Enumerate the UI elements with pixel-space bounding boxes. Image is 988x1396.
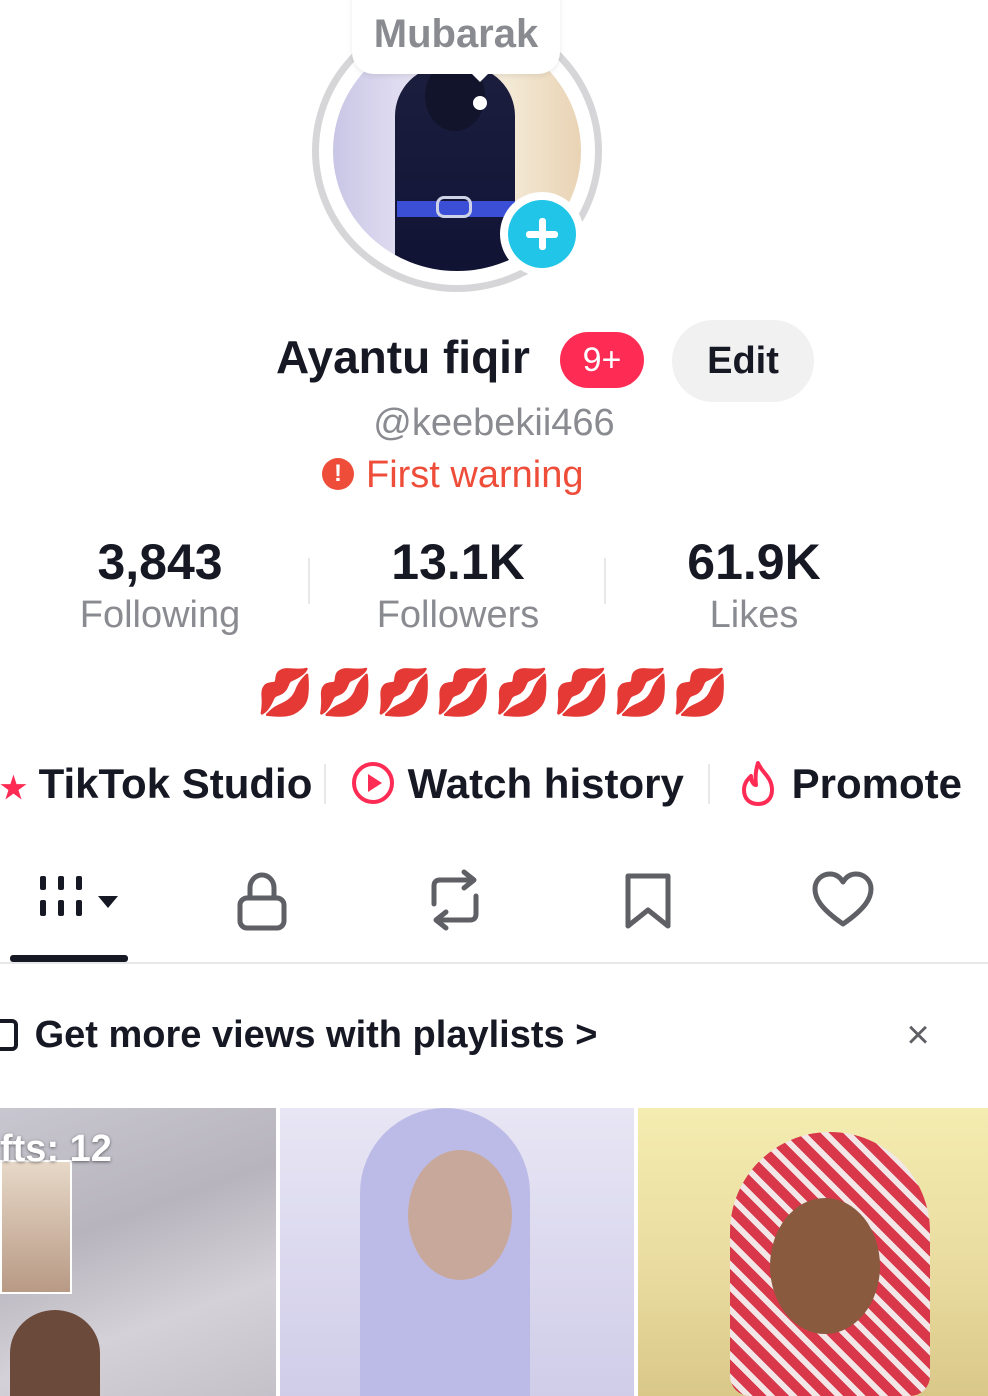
stat-followers[interactable]: 13.1K Followers bbox=[338, 532, 578, 638]
status-bubble-tail bbox=[468, 70, 492, 82]
watch-history-button[interactable]: Watch history bbox=[350, 758, 684, 810]
shortcut-label: Promote bbox=[791, 760, 963, 807]
draft-preview-image bbox=[0, 1160, 72, 1294]
stat-divider bbox=[604, 558, 606, 604]
alert-icon: ! bbox=[322, 457, 354, 490]
playlist-banner-text: Get more views with playlists bbox=[34, 1014, 565, 1056]
playlist-banner[interactable]: Get more views with playlists > bbox=[0, 1010, 597, 1060]
tab-private[interactable] bbox=[230, 868, 310, 940]
star-icon: ★ bbox=[0, 772, 27, 805]
shortcut-divider bbox=[708, 764, 710, 804]
tab-favorites[interactable] bbox=[618, 868, 698, 940]
thumbnail-face bbox=[408, 1150, 512, 1280]
warning-label: First warning bbox=[366, 454, 584, 496]
chevron-right-icon: > bbox=[575, 1014, 598, 1056]
stat-label: Following bbox=[79, 594, 241, 636]
stat-label: Followers bbox=[376, 594, 540, 636]
active-tab-indicator bbox=[10, 955, 128, 962]
tiktok-studio-button[interactable]: ★ TikTok Studio bbox=[0, 758, 312, 810]
tab-divider bbox=[0, 962, 988, 964]
tab-videos[interactable] bbox=[36, 868, 118, 940]
profile-bio: 💋💋💋💋💋💋💋💋 bbox=[256, 666, 732, 718]
add-story-button[interactable] bbox=[500, 192, 584, 276]
stat-value: 3,843 bbox=[97, 534, 223, 590]
shortcut-label: TikTok Studio bbox=[38, 760, 313, 807]
stat-following[interactable]: 3,843 Following bbox=[40, 532, 280, 638]
lock-icon bbox=[237, 872, 287, 931]
thumbnail-face bbox=[770, 1198, 880, 1334]
shortcut-divider bbox=[324, 764, 326, 804]
stat-value: 13.1K bbox=[391, 534, 525, 590]
account-warning[interactable]: ! First warning bbox=[322, 454, 584, 497]
drafts-count: fts: 12 bbox=[0, 1128, 112, 1170]
tab-reposts[interactable] bbox=[422, 868, 502, 940]
bookmark-icon bbox=[625, 873, 671, 929]
play-circle-icon bbox=[352, 761, 394, 804]
shortcut-label: Watch history bbox=[407, 760, 684, 807]
status-bubble[interactable]: Mubarak bbox=[352, 0, 560, 74]
edit-profile-button[interactable]: Edit bbox=[672, 320, 814, 402]
promote-button[interactable]: Promote bbox=[736, 758, 962, 810]
profile-name: Ayantu fiqir bbox=[276, 331, 530, 383]
stat-likes[interactable]: 61.9K Likes bbox=[634, 532, 874, 638]
stat-label: Likes bbox=[709, 594, 799, 636]
close-icon[interactable]: × bbox=[898, 1012, 938, 1058]
flame-icon bbox=[742, 760, 774, 806]
plus-icon bbox=[508, 200, 576, 268]
profile-handle: @keebekii466 bbox=[373, 402, 615, 444]
stat-divider bbox=[308, 558, 310, 604]
heart-icon bbox=[812, 871, 874, 927]
tab-liked[interactable] bbox=[810, 868, 890, 940]
repost-icon bbox=[431, 869, 479, 931]
notification-badge[interactable]: 9+ bbox=[560, 332, 644, 388]
videos-grid-icon bbox=[40, 876, 118, 916]
thumbnail-figure bbox=[10, 1310, 100, 1396]
stat-value: 61.9K bbox=[687, 534, 821, 590]
playlist-icon bbox=[0, 1018, 18, 1051]
